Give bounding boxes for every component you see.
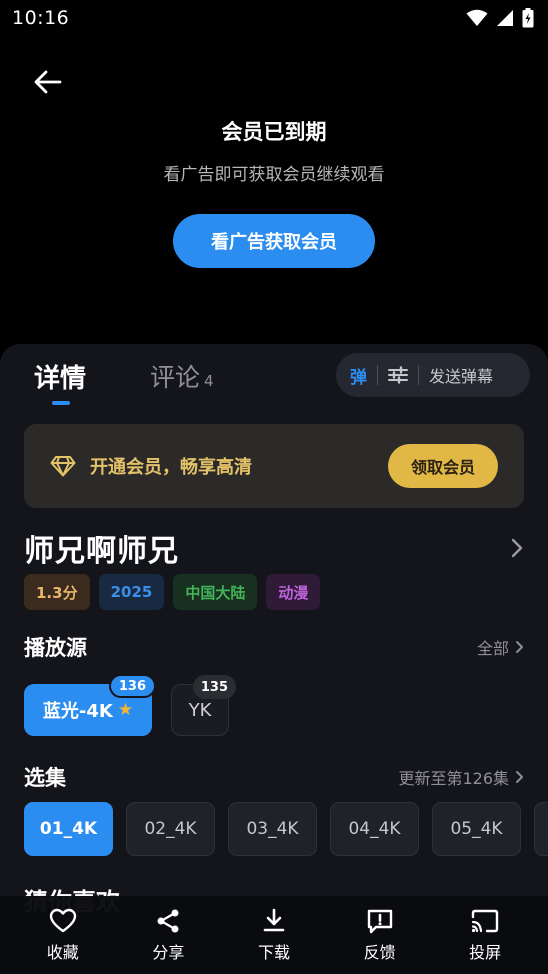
back-button[interactable] bbox=[30, 64, 66, 100]
bottom-action-bar: 收藏 分享 下载 反馈 投屏 bbox=[0, 896, 548, 974]
share-icon bbox=[157, 909, 179, 932]
tab-bar: 详情 评论 4 弹 发送弹幕 bbox=[0, 344, 548, 416]
chevron-right-icon bbox=[516, 771, 523, 783]
sources-more-link[interactable]: 全部 bbox=[477, 635, 524, 659]
video-player[interactable]: 会员已到期 看广告即可获取会员继续观看 看广告获取会员 bbox=[0, 36, 548, 346]
episodes-title: 选集 bbox=[24, 766, 66, 790]
cast-button[interactable]: 投屏 bbox=[445, 908, 525, 963]
status-time: 10:16 bbox=[12, 7, 70, 29]
tab-comments[interactable]: 评论 4 bbox=[150, 358, 214, 394]
membership-expired-title: 会员已到期 bbox=[221, 120, 327, 144]
episode-item[interactable]: 04_4K bbox=[330, 802, 419, 856]
source-badge: 135 bbox=[192, 675, 236, 699]
source-label: YK bbox=[188, 699, 212, 721]
send-danmaku-button[interactable]: 发送弹幕 bbox=[429, 363, 493, 387]
region-tag: 中国大陆 bbox=[173, 574, 258, 610]
show-title: 师兄啊师兄 bbox=[24, 534, 179, 569]
tag-list: 1.3分 2025 中国大陆 动漫 bbox=[24, 574, 321, 610]
episodes-update-link[interactable]: 更新至第126集 bbox=[398, 765, 524, 789]
feedback-label: 反馈 bbox=[363, 942, 396, 962]
download-icon bbox=[263, 908, 285, 931]
vip-banner: 开通会员，畅享高清 领取会员 bbox=[24, 424, 524, 508]
episode-item[interactable]: 03_4K bbox=[228, 802, 317, 856]
episode-item-partial[interactable] bbox=[534, 802, 548, 856]
danmaku-bar: 弹 发送弹幕 bbox=[336, 353, 530, 397]
tab-indicator bbox=[52, 401, 70, 405]
diamond-icon bbox=[50, 456, 76, 477]
rating-tag: 1.3分 bbox=[24, 574, 90, 610]
favorite-button[interactable]: 收藏 bbox=[23, 908, 103, 963]
wifi-icon bbox=[466, 9, 488, 26]
cast-label: 投屏 bbox=[469, 942, 502, 962]
watch-ad-button[interactable]: 看广告获取会员 bbox=[173, 214, 375, 268]
status-icons bbox=[466, 8, 534, 28]
favorite-label: 收藏 bbox=[46, 942, 79, 962]
comments-count: 4 bbox=[204, 372, 214, 390]
year-tag: 2025 bbox=[98, 574, 165, 610]
detail-panel: 详情 评论 4 弹 发送弹幕 开通会员，畅享高清 领取会员 师兄啊师兄 1.3分 bbox=[0, 344, 548, 974]
episode-item[interactable]: 01_4K bbox=[24, 802, 113, 856]
source-label: 蓝光-4K bbox=[42, 701, 113, 722]
membership-expired-subtitle: 看广告即可获取会员继续观看 bbox=[163, 165, 385, 185]
cast-icon bbox=[471, 909, 499, 932]
sources-header: 播放源 全部 bbox=[24, 632, 524, 662]
share-label: 分享 bbox=[152, 942, 185, 962]
episodes-update-label: 更新至第126集 bbox=[398, 769, 509, 788]
divider bbox=[377, 365, 378, 385]
feedback-icon bbox=[367, 909, 392, 933]
source-bluray-4k[interactable]: 蓝光-4K ★ 136 bbox=[24, 674, 156, 736]
sources-more-label: 全部 bbox=[476, 639, 509, 658]
chevron-right-icon bbox=[516, 641, 523, 653]
tab-comments-label: 评论 bbox=[150, 363, 201, 392]
episodes-header: 选集 更新至第126集 bbox=[24, 762, 524, 792]
divider bbox=[418, 365, 419, 385]
feedback-button[interactable]: 反馈 bbox=[340, 908, 420, 963]
tab-detail[interactable]: 详情 bbox=[34, 358, 86, 395]
signal-icon bbox=[497, 10, 513, 26]
sources-title: 播放源 bbox=[24, 636, 87, 660]
star-icon: ★ bbox=[117, 700, 134, 720]
claim-vip-button[interactable]: 领取会员 bbox=[388, 444, 498, 488]
source-badge: 136 bbox=[108, 674, 156, 698]
episode-item[interactable]: 05_4K bbox=[432, 802, 521, 856]
genre-tag: 动漫 bbox=[266, 574, 321, 610]
show-title-row[interactable]: 师兄啊师兄 bbox=[24, 528, 524, 569]
share-button[interactable]: 分享 bbox=[128, 908, 208, 963]
danmaku-toggle[interactable]: 弹 bbox=[350, 363, 367, 388]
chevron-right-icon bbox=[511, 538, 523, 558]
status-bar: 10:16 bbox=[0, 0, 548, 36]
arrow-left-icon bbox=[34, 70, 62, 94]
heart-icon bbox=[49, 908, 76, 932]
episode-list: 01_4K 02_4K 03_4K 04_4K 05_4K bbox=[24, 802, 548, 856]
danmaku-settings-icon[interactable] bbox=[388, 366, 408, 384]
battery-icon bbox=[522, 8, 534, 28]
download-button[interactable]: 下载 bbox=[234, 908, 314, 963]
vip-promo-text: 开通会员，畅享高清 bbox=[90, 457, 252, 478]
download-label: 下载 bbox=[257, 942, 290, 962]
source-yk[interactable]: YK 135 bbox=[171, 675, 236, 736]
episode-item[interactable]: 02_4K bbox=[126, 802, 215, 856]
